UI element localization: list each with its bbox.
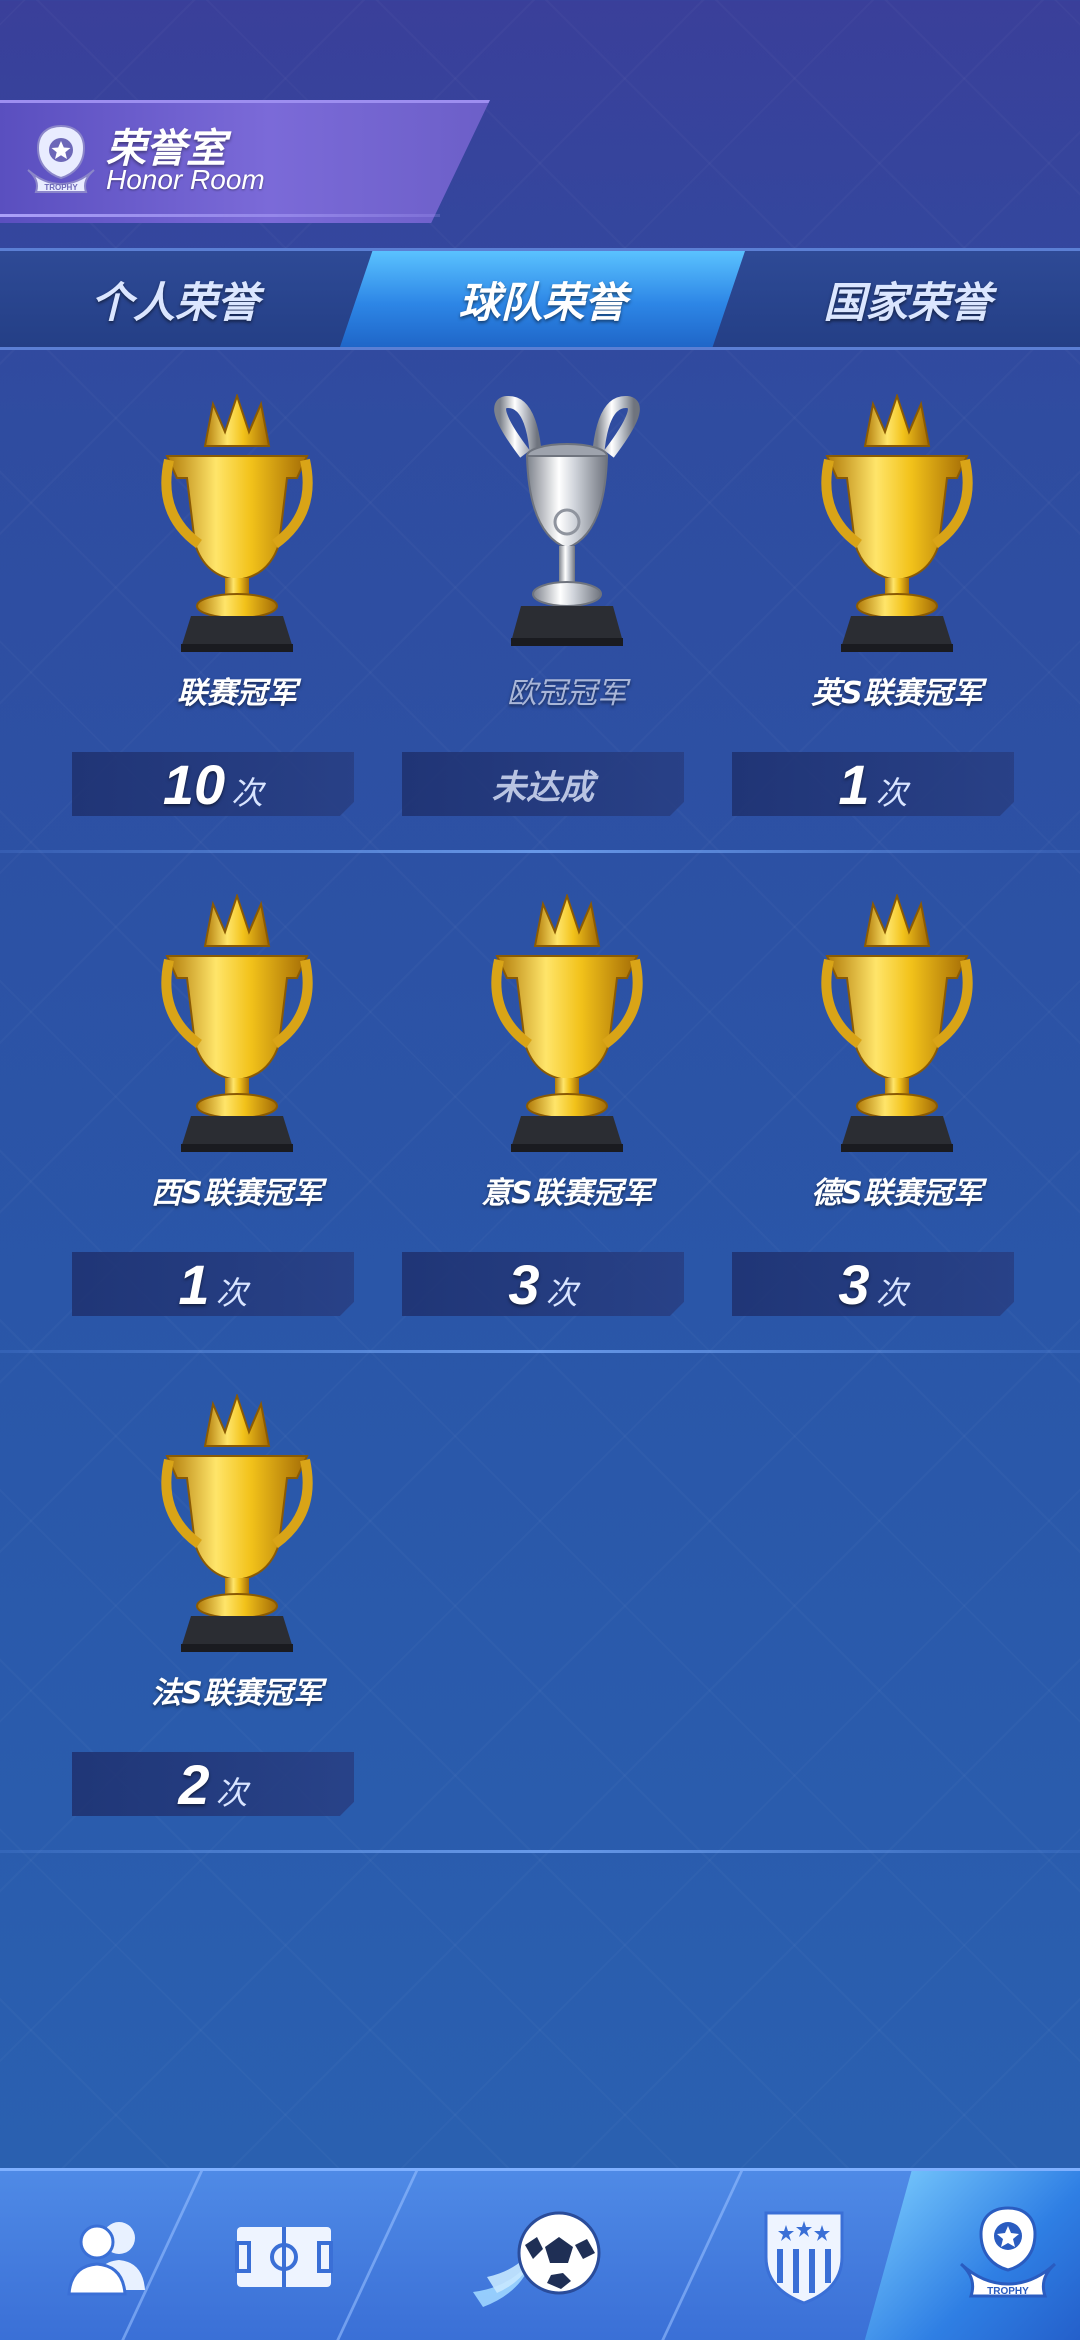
trophy-name: 联赛冠军	[177, 676, 297, 711]
trophy-name: 西S联赛冠军	[151, 1176, 323, 1211]
trophy-card[interactable]: 联赛冠军 10 次	[72, 354, 402, 854]
trophy-count-box: 未达成	[402, 752, 684, 816]
nav-tactics[interactable]	[176, 2171, 392, 2340]
players-icon	[67, 2222, 145, 2296]
gold-trophy-icon	[161, 1394, 313, 1652]
tab-national-honor[interactable]: 国家荣誉	[735, 251, 1080, 347]
silver-trophy-icon	[494, 396, 640, 646]
gold-trophy-icon	[491, 894, 643, 1152]
trophy-grid: 联赛冠军 10 次 欧冠冠军 未达成 英S联赛冠军 1 次 西S联赛冠军 1 次…	[0, 354, 1080, 1854]
trophy-card[interactable]: 法S联赛冠军 2 次	[72, 1354, 402, 1854]
trophy-count-unit: 次	[231, 774, 264, 812]
trophy-count: 3	[508, 1252, 540, 1316]
trophy-count: 1	[838, 752, 870, 816]
trophy-count-box: 1次	[732, 752, 1014, 816]
trophy-badge-icon: TROPHY	[27, 124, 95, 193]
trophy-count-box: 3次	[732, 1252, 1014, 1316]
nav-club[interactable]	[696, 2171, 912, 2340]
nav-trophy[interactable]: TROPHY	[900, 2171, 1080, 2340]
trophy-card[interactable]: 欧冠冠军未达成	[402, 354, 732, 854]
bottom-navigation: TROPHY	[0, 2168, 1080, 2340]
trophy-status: 未达成	[492, 767, 594, 808]
trophy-name: 德S联赛冠军	[811, 1176, 983, 1211]
trophy-count: 1	[178, 1252, 210, 1316]
trophy-count-unit: 次	[875, 1274, 908, 1312]
trophy-count-box: 2次	[72, 1752, 354, 1816]
trophy-name: 意S联赛冠军	[481, 1176, 653, 1211]
trophy-name: 欧冠冠军	[507, 676, 627, 711]
gold-trophy-icon	[161, 894, 313, 1152]
trophy-count: 10	[162, 752, 226, 816]
page-subtitle: Honor Room	[106, 164, 265, 195]
trophy-count-unit: 次	[545, 1274, 578, 1312]
header-icon-text: TROPHY	[44, 183, 78, 192]
tab-team-honor[interactable]: 球队荣誉	[340, 251, 745, 347]
trophy-count-box: 1次	[72, 1252, 354, 1316]
trophy-card[interactable]: 西S联赛冠军 1 次	[72, 854, 402, 1354]
trophy-count: 2	[178, 1752, 210, 1816]
trophy-name: 法S联赛冠军	[151, 1676, 323, 1711]
honor-tabs: 个人荣誉 球队荣誉 国家荣誉	[0, 248, 1080, 350]
trophy-icon: TROPHY	[959, 2206, 1057, 2298]
trophy-card[interactable]: 德S联赛冠军 3 次	[732, 854, 1062, 1354]
trophy-card[interactable]: 意S联赛冠军 3 次	[402, 854, 732, 1354]
trophy-name: 英S联赛冠军	[811, 676, 983, 711]
gold-trophy-icon	[161, 394, 313, 652]
header-underline	[0, 214, 440, 217]
gold-trophy-icon	[821, 394, 973, 652]
trophy-count-box: 3次	[402, 1252, 684, 1316]
soccer-ball-icon	[473, 2211, 601, 2307]
nav-trophy-text: TROPHY	[987, 2286, 1029, 2297]
trophy-card[interactable]: 英S联赛冠军 1 次	[732, 354, 1062, 854]
nav-match[interactable]	[430, 2171, 646, 2340]
trophy-count: 3	[838, 1252, 870, 1316]
gold-trophy-icon	[821, 894, 973, 1152]
club-crest-icon	[764, 2211, 844, 2305]
tab-personal-honor[interactable]: 个人荣誉	[0, 251, 350, 347]
trophy-count-unit: 次	[215, 1774, 248, 1812]
trophy-count-box: 10 次	[72, 752, 354, 816]
trophy-count-unit: 次	[215, 1274, 248, 1312]
trophy-count-unit: 次	[875, 774, 908, 812]
pitch-icon	[235, 2227, 333, 2287]
